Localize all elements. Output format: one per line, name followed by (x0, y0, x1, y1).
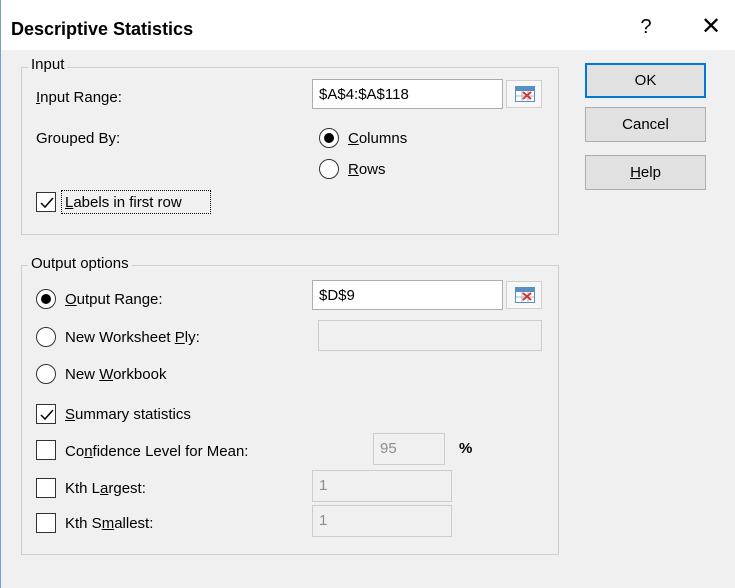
kth-smallest-checkbox[interactable] (36, 513, 56, 533)
new-workbook-label[interactable]: New Workbook (65, 366, 166, 383)
help-icon[interactable]: ? (624, 12, 668, 42)
title-bar: Descriptive Statistics ? ✕ (1, 0, 735, 50)
new-workbook-radio[interactable] (36, 364, 56, 384)
confidence-level-checkbox[interactable] (36, 440, 56, 460)
columns-radio-label[interactable]: Columns (348, 130, 407, 147)
summary-statistics-checkbox[interactable] (36, 404, 56, 424)
output-options-label: Output options (28, 255, 132, 272)
rows-radio[interactable] (319, 159, 339, 179)
kth-smallest-label[interactable]: Kth Smallest: (65, 515, 153, 532)
checkmark-icon (40, 197, 54, 209)
input-range-field[interactable]: $A$4:$A$118 (312, 79, 503, 109)
kth-largest-field[interactable]: 1 (312, 470, 452, 502)
confidence-level-label[interactable]: Confidence Level for Mean: (65, 443, 248, 460)
output-range-radio[interactable] (36, 289, 56, 309)
summary-statistics-label[interactable]: Summary statistics (65, 406, 191, 423)
input-group-label: Input (28, 56, 68, 73)
range-select-icon (515, 287, 535, 303)
kth-largest-label[interactable]: Kth Largest: (65, 480, 146, 497)
dialog-title: Descriptive Statistics (11, 19, 194, 39)
cancel-button[interactable]: Cancel (585, 107, 706, 142)
descriptive-statistics-dialog: Descriptive Statistics ? ✕ Input Input R… (0, 0, 735, 588)
output-range-label[interactable]: Output Range: (65, 291, 163, 308)
new-worksheet-ply-label[interactable]: New Worksheet Ply: (65, 329, 200, 346)
grouped-by-label: Grouped By: (36, 130, 121, 147)
labels-in-first-row-label[interactable]: Labels in first row (65, 194, 182, 211)
new-worksheet-ply-field[interactable] (318, 320, 542, 351)
new-worksheet-ply-radio[interactable] (36, 327, 56, 347)
input-range-collapse-button[interactable] (506, 80, 542, 108)
input-range-label: Input Range: (36, 89, 122, 106)
output-range-collapse-button[interactable] (506, 281, 542, 309)
close-icon[interactable]: ✕ (689, 12, 733, 42)
kth-largest-checkbox[interactable] (36, 478, 56, 498)
columns-radio[interactable] (319, 128, 339, 148)
range-select-icon (515, 86, 535, 102)
labels-in-first-row-checkbox[interactable] (36, 192, 56, 212)
checkmark-icon (40, 409, 54, 421)
confidence-level-field[interactable]: 95 (373, 433, 445, 465)
kth-smallest-field[interactable]: 1 (312, 505, 452, 537)
help-button[interactable]: Help (585, 155, 706, 190)
rows-radio-label[interactable]: Rows (348, 161, 386, 178)
ok-button[interactable]: OK (585, 63, 706, 98)
output-range-field[interactable]: $D$9 (312, 280, 503, 310)
percent-unit-label: % (459, 440, 473, 457)
